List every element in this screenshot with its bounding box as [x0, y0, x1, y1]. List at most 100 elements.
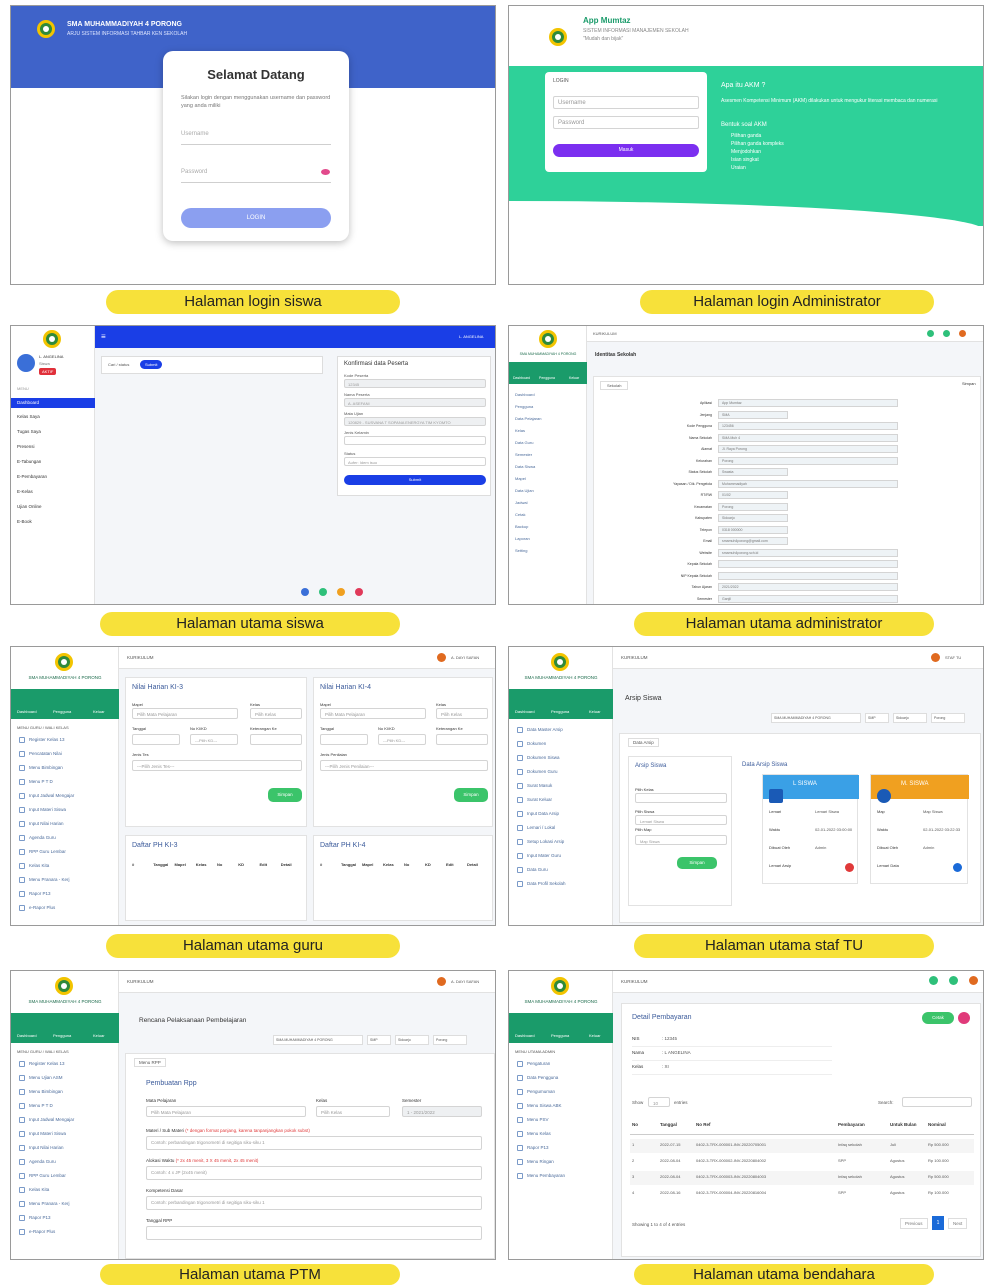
menu-item[interactable]: e-Rapor Plus — [29, 905, 55, 910]
menu-item[interactable]: Data Master Arsip — [527, 727, 563, 732]
menu-item[interactable]: Pencatatan Nilai — [29, 751, 62, 756]
top-user[interactable]: L. ANGELINA — [459, 334, 483, 339]
admin-row-value[interactable]: App Mumtaz — [718, 399, 898, 407]
menu-item[interactable]: Input Data Arsip — [527, 811, 559, 816]
notif-icon[interactable] — [927, 330, 934, 337]
sidebar-item-presensi[interactable]: Presensi — [17, 444, 35, 449]
admin-row-value[interactable]: Sidoarjo — [718, 514, 788, 522]
ki3-kd-select[interactable]: ---Pilih KD--- — [190, 734, 238, 745]
tu-kelas-select[interactable] — [635, 793, 727, 803]
menu-item[interactable]: Input Nilai Harian — [29, 1145, 64, 1150]
flag-icon[interactable] — [319, 588, 327, 596]
menu-item[interactable]: Kelas Kita — [29, 1187, 49, 1192]
filter-select[interactable]: SMA MUHAMMADIYAH 4 PORONG — [771, 713, 861, 723]
filter-select[interactable]: Sidoarjo — [395, 1035, 429, 1045]
user-avatar-icon[interactable] — [959, 330, 966, 337]
menu-toggle-icon[interactable]: ≡ — [101, 332, 106, 341]
bend-dash-2[interactable]: Keluar — [589, 1033, 601, 1038]
value-3[interactable] — [344, 436, 486, 445]
home-icon[interactable] — [301, 588, 309, 596]
ki3-simpan-button[interactable]: Simpan — [268, 788, 302, 802]
admin-menu-0[interactable]: Dashboard — [515, 392, 535, 397]
admin-row-value[interactable]: SMA — [718, 410, 788, 419]
admin-menu-4[interactable]: Data Guru — [515, 440, 533, 445]
menu-item[interactable]: Surat Keluar — [527, 797, 552, 802]
tu-dash-1[interactable]: Pengguna — [551, 709, 569, 714]
bend-dash-0[interactable]: Dashboard — [515, 1033, 535, 1038]
ki4-simpan-button[interactable]: Simpan — [454, 788, 488, 802]
menu-item[interactable]: Lemari / Lokal — [527, 825, 555, 830]
menu-item[interactable]: Menu Pembayaran — [527, 1173, 565, 1178]
admin-row-value[interactable]: Swasta — [718, 468, 788, 476]
admin-menu-3[interactable]: Kelas — [515, 428, 525, 433]
admin-menu-5[interactable]: Semester — [515, 452, 532, 457]
guru-user[interactable]: A. DAYI SAFAN — [451, 655, 479, 660]
admin-row-value[interactable]: 0318 000000 — [718, 525, 788, 534]
menu-item[interactable]: Menu Kelas — [527, 1131, 551, 1136]
admin-menu-12[interactable]: Laporan — [515, 536, 530, 541]
tu-tab[interactable]: Data Arsip — [628, 738, 659, 747]
filter-select[interactable]: Porong — [433, 1035, 467, 1045]
admin-row-value[interactable]: Jl. Raya Porong — [718, 445, 898, 453]
dash-label-2[interactable]: Keluar — [569, 376, 579, 380]
value-4[interactable]: Aufer: Idem isuo — [344, 457, 486, 466]
bend-avatar[interactable] — [969, 976, 978, 985]
close-icon[interactable] — [958, 1012, 970, 1024]
tu-avatar[interactable] — [931, 653, 940, 662]
ptm-dash-1[interactable]: Pengguna — [53, 1033, 71, 1038]
sidebar-item-kelas[interactable]: Kelas Saya — [17, 414, 40, 419]
admin-simpan[interactable]: Simpan — [962, 381, 976, 386]
admin-password-input[interactable]: Password — [553, 116, 699, 129]
menu-item[interactable]: Input Mater Guru — [527, 853, 561, 858]
admin-row-value[interactable]: smamuh4porong@gmail.com — [718, 537, 788, 545]
menu-item[interactable]: Dokumen Guru — [527, 769, 558, 774]
admin-menu-2[interactable]: Data Pelajaran — [515, 416, 541, 421]
menu-item[interactable]: Input Materi Siswa — [29, 807, 66, 812]
next-button[interactable]: Next — [948, 1218, 968, 1229]
menu-item[interactable]: e-Rapor Plus — [29, 1229, 55, 1234]
page-1-button[interactable]: 1 — [932, 1216, 944, 1230]
menu-item[interactable]: Menu Pranara - Kerj — [29, 877, 70, 882]
masuk-button[interactable]: Masuk — [553, 144, 699, 157]
ptm-alokasi-input[interactable]: Contoh: 4 x JP (2x45 menit) — [146, 1166, 482, 1180]
bend-dash-1[interactable]: Pengguna — [551, 1033, 569, 1038]
eye-icon[interactable] — [321, 169, 330, 175]
ki4-jenis-select[interactable]: ---Pilih Jenis Penilaian--- — [320, 760, 488, 771]
menu-item[interactable]: Pengaturan — [527, 1061, 550, 1066]
ptm-mapel-select[interactable]: Pilih Mata Pelajaran — [146, 1106, 306, 1117]
ki3-mapel-select[interactable]: Pilih Mata Pelajaran — [132, 708, 238, 719]
password-input[interactable]: Password — [181, 169, 331, 183]
admin-row-value[interactable]: 01/02 — [718, 491, 788, 499]
admin-row-value[interactable]: smamuh4porong.sch.id — [718, 548, 898, 557]
menu-item[interactable]: Data Profil Sekolah — [527, 881, 566, 886]
menu-item[interactable]: Menu Bimbingan — [29, 765, 63, 770]
menu-item[interactable]: Rapor P13 — [29, 1215, 51, 1220]
sidebar-item-pembayaran[interactable]: E-Pembayaran — [17, 474, 47, 479]
ki3-ket-input[interactable] — [250, 734, 302, 745]
ki4-ket-input[interactable] — [436, 734, 488, 745]
admin-menu-11[interactable]: Backup — [515, 524, 528, 529]
menu-item[interactable]: Input Jadwal Mengajar — [29, 1117, 74, 1122]
admin-row-value[interactable]: Muhammadiyah — [718, 479, 898, 488]
show-select[interactable]: 10 — [648, 1097, 670, 1107]
menu-item[interactable]: Menu Pranara - Kerj — [29, 1201, 70, 1206]
bend-search-input[interactable] — [902, 1097, 972, 1107]
sidebar-item-tabungan[interactable]: E-Tabungan — [17, 459, 41, 464]
ptm-kompetensi-input[interactable]: Contoh: perbandingan trigonometri di seg… — [146, 1196, 482, 1210]
dash-label-1[interactable]: Pengguna — [539, 376, 555, 380]
logout-icon[interactable] — [355, 588, 363, 596]
menu-item[interactable]: Menu PSV — [527, 1117, 549, 1122]
menu-item[interactable]: Data Guru — [527, 867, 548, 872]
ptm-kelas-select[interactable]: Pilih Kelas — [316, 1106, 390, 1117]
menu-item[interactable]: Kelas Kita — [29, 863, 49, 868]
menu-item[interactable]: Menu P T D — [29, 779, 53, 784]
admin-row-value[interactable]: SMA Muh 4 — [718, 433, 898, 442]
guru-dash-0[interactable]: Dashboard — [17, 709, 37, 714]
card-action-icon[interactable] — [953, 863, 962, 872]
dash-label-0[interactable]: Dashboard — [513, 376, 530, 380]
menu-item[interactable]: Agenda Guru — [29, 1159, 56, 1164]
search-badge[interactable]: Submit — [140, 360, 163, 369]
sidebar-item-ujian[interactable]: Ujian Online — [17, 504, 42, 509]
menu-item[interactable]: Surat Masuk — [527, 783, 552, 788]
tu-map-select[interactable]: Map Siswa — [635, 835, 727, 845]
